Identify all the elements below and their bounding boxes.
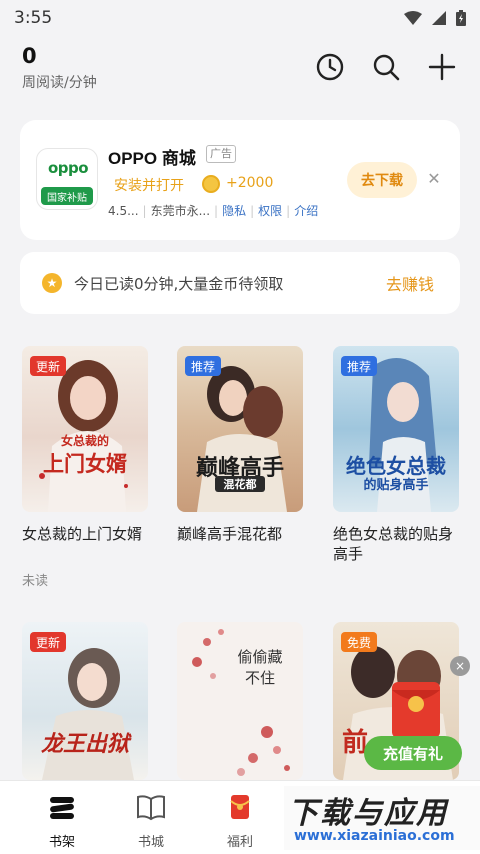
ad-tag: 广告 xyxy=(206,145,236,163)
promo-close-icon[interactable]: × xyxy=(450,656,470,676)
book-item[interactable]: 女总裁的 上门女婿 更新 女总裁的上门女婿 未读 xyxy=(22,346,148,596)
ad-intro-link[interactable]: 介绍 xyxy=(294,202,318,219)
wifi-icon xyxy=(404,11,422,25)
earn-money-button[interactable]: 去赚钱 xyxy=(386,271,434,295)
clock-history-icon xyxy=(316,53,344,81)
book-cover: 偷偷藏不住 xyxy=(177,622,303,780)
ad-company: 东莞市永... xyxy=(150,204,211,218)
ad-privacy-link[interactable]: 隐私 xyxy=(222,202,246,219)
signal-icon xyxy=(432,11,446,25)
book-cover: 龙王出狱 更新 xyxy=(22,622,148,780)
ad-card[interactable]: oppo 国家补贴 OPPO 商城 广告 安装并打开 +2000 4.5... … xyxy=(20,120,460,240)
status-bar: 3:55 xyxy=(0,0,480,36)
tab-welfare[interactable]: 福利 xyxy=(200,793,280,850)
history-button[interactable] xyxy=(313,50,347,84)
book-cover: 女总裁的 上门女婿 更新 xyxy=(22,346,148,512)
earn-text: 今日已读0分钟,大量金币待领取 xyxy=(74,275,284,293)
search-icon xyxy=(373,54,400,81)
recharge-gift-button[interactable]: 充值有礼 xyxy=(364,736,462,770)
weekly-read-count: 0 xyxy=(22,44,37,68)
update-badge: 更新 xyxy=(30,356,67,376)
star-icon: ★ xyxy=(42,273,62,293)
battery-icon xyxy=(456,10,466,26)
ad-coins: +2000 xyxy=(226,175,274,191)
recommend-badge: 推荐 xyxy=(185,356,222,376)
recommend-badge: 推荐 xyxy=(341,356,378,376)
ad-meta: 4.5... | 东莞市永... | 隐私 | 权限 | 介绍 xyxy=(108,202,319,219)
status-time: 3:55 xyxy=(14,8,53,28)
weekly-read-unit: 周阅读/分钟 xyxy=(22,75,97,91)
book-cover: 巅峰高手 混花都 推荐 xyxy=(177,346,303,512)
book-item[interactable]: 巅峰高手 混花都 推荐 巅峰高手混花都 xyxy=(177,346,303,576)
ad-download-button[interactable]: 去下载 xyxy=(347,162,417,198)
coin-icon xyxy=(202,175,220,193)
add-button[interactable] xyxy=(425,50,459,84)
read-status: 未读 xyxy=(22,574,49,589)
book-title: 女总裁的上门女婿 xyxy=(22,525,143,543)
search-button[interactable] xyxy=(369,50,403,84)
ad-rating: 4.5... xyxy=(108,203,139,218)
plus-icon xyxy=(428,53,456,81)
free-badge: 免费 xyxy=(341,632,378,652)
red-envelope-icon xyxy=(392,682,440,738)
bookshelf-icon xyxy=(50,797,74,819)
ad-permission-link[interactable]: 权限 xyxy=(258,202,282,219)
watermark-logo: 下载与应用 www.xiazainiao.com xyxy=(284,786,480,850)
book-cover: 绝色女总裁 的贴身高手 推荐 xyxy=(333,346,459,512)
oppo-store-logo: oppo 国家补贴 xyxy=(36,148,98,210)
book-item[interactable]: 偷偷藏不住 xyxy=(177,622,303,780)
update-badge: 更新 xyxy=(30,632,67,652)
book-title: 巅峰高手混花都 xyxy=(177,525,283,543)
ad-title: OPPO 商城 xyxy=(108,149,196,168)
tab-bookshelf[interactable]: 书架 xyxy=(22,793,102,850)
ad-close-icon[interactable]: ✕ xyxy=(424,168,444,188)
book-item[interactable]: 龙王出狱 更新 xyxy=(22,622,148,780)
book-title: 绝色女总裁的贴身高手 xyxy=(333,525,454,563)
red-packet-icon xyxy=(230,795,250,819)
earn-card[interactable]: ★ 今日已读0分钟,大量金币待领取 去赚钱 xyxy=(20,252,460,314)
book-item[interactable]: 绝色女总裁 的贴身高手 推荐 绝色女总裁的贴身高手 xyxy=(333,346,459,576)
ad-action-text: 安装并打开 xyxy=(114,178,184,194)
tab-bookstore[interactable]: 书城 xyxy=(111,793,191,850)
header: 0 周阅读/分钟 xyxy=(0,40,480,100)
open-book-icon xyxy=(137,795,165,821)
